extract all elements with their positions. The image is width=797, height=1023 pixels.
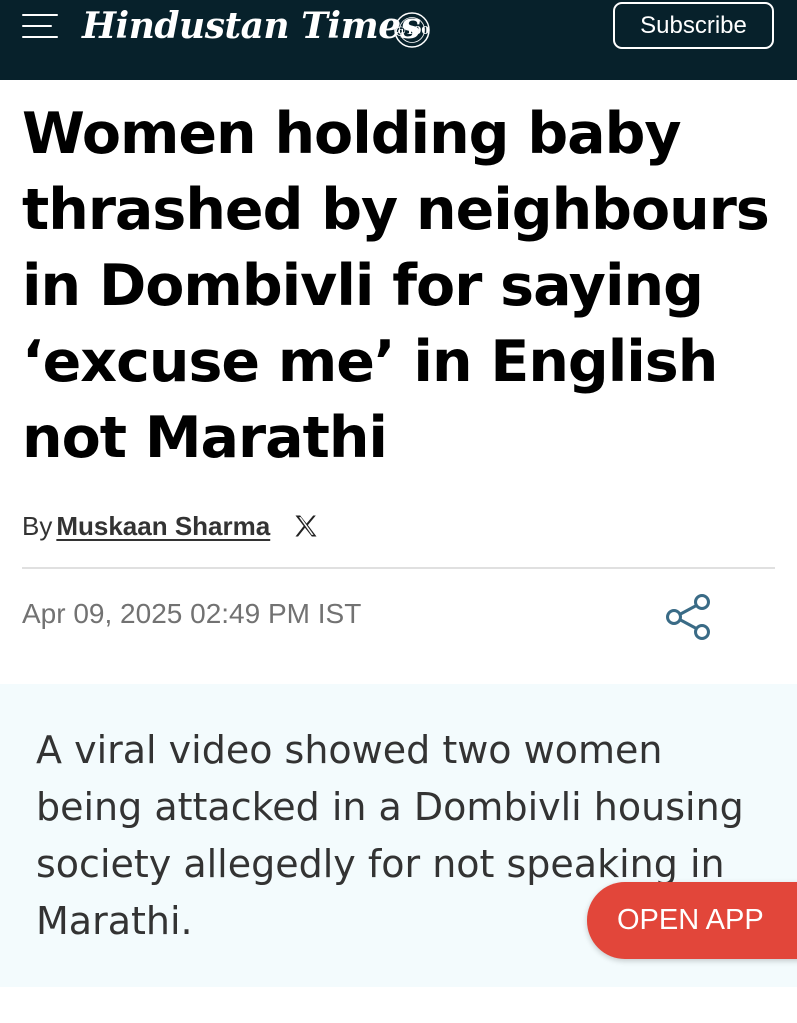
open-app-button[interactable]: OPEN APP [587, 882, 797, 959]
top-navigation-bar: Hindustan Times @100 Subscribe [0, 0, 797, 80]
byline-divider [22, 567, 775, 569]
byline: By Muskaan Sharma [22, 506, 320, 546]
byline-prefix: By [22, 510, 53, 541]
publish-date: Apr 09, 2025 02:49 PM IST [22, 598, 362, 629]
subscribe-button[interactable]: Subscribe [613, 2, 774, 49]
author-link[interactable]: Muskaan Sharma [56, 511, 270, 542]
hamburger-menu-icon[interactable] [22, 12, 58, 42]
centenary-badge-icon: @100 [394, 12, 430, 48]
site-logo[interactable]: Hindustan Times [82, 4, 421, 48]
centenary-badge-text: @100 [395, 24, 429, 37]
x-twitter-icon[interactable] [292, 512, 320, 540]
article-headline: Women holding baby thrashed by neighbour… [22, 101, 770, 471]
share-icon[interactable] [662, 590, 716, 644]
